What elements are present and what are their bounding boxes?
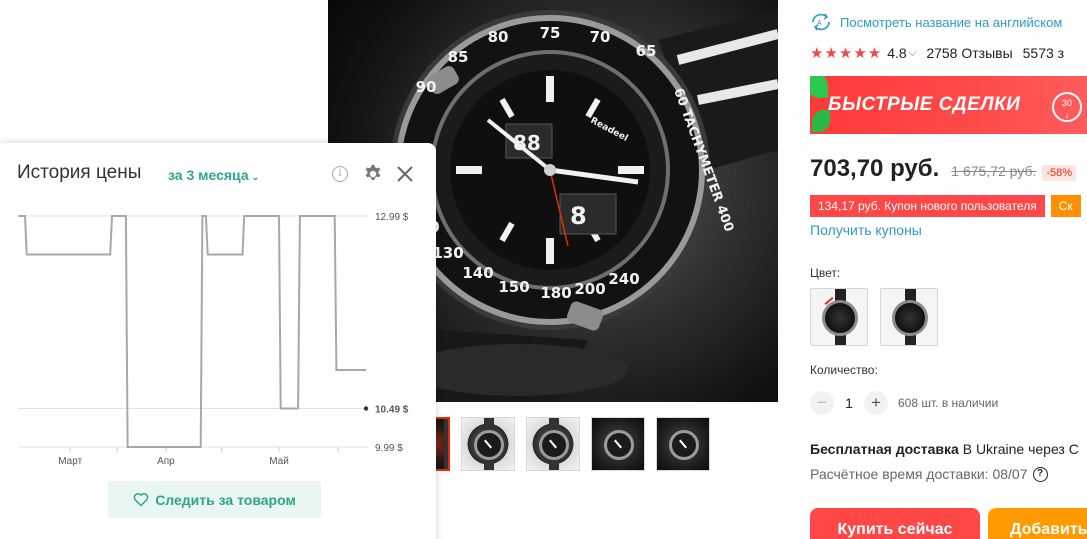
deals-banner-title: БЫСТРЫЕ СДЕЛКИ [828, 94, 1021, 115]
svg-text:75: 75 [540, 24, 561, 42]
add-to-cart-button[interactable]: Добавить [988, 508, 1087, 539]
store-coupon[interactable]: Ск [1050, 195, 1081, 217]
quantity-label: Количество: [810, 363, 878, 377]
translate-title-link[interactable]: A Посмотреть название на английском [810, 13, 1062, 31]
new-user-coupon[interactable]: 134,17 руб. Купон нового пользователя [810, 195, 1045, 217]
svg-text:200: 200 [574, 280, 605, 298]
translate-link-label: Посмотреть название на английском [840, 14, 1063, 30]
deals-timer-icon: 30 ↓ [1052, 92, 1082, 122]
translate-icon: A [812, 13, 830, 31]
free-shipping-label: Бесплатная доставка [810, 441, 959, 457]
delivery-eta: Расчётное время доставки: 08/07 ? [810, 466, 1048, 482]
leaf-decoration-icon [810, 76, 828, 98]
quantity-stepper: − 1 + 608 шт. в наличии [810, 391, 998, 415]
stock-count: 608 шт. в наличии [898, 396, 999, 410]
color-swatch-1[interactable] [810, 288, 868, 346]
thumbnail-4[interactable] [591, 417, 645, 471]
thumbnail-3[interactable] [526, 417, 580, 471]
x-tick-label: Апр [157, 456, 175, 467]
y-tick-label: 12.99 $ [375, 212, 409, 223]
shipping-info: Бесплатная доставка В Ukraine через С [810, 441, 1079, 457]
shipping-destination[interactable]: В Ukraine через С [959, 441, 1079, 457]
x-tick-label: Май [269, 456, 289, 467]
follow-product-button[interactable]: Следить за товаром [108, 481, 321, 518]
deals-timer-value: 30 [1061, 98, 1072, 108]
price-history-popup: История цены за 3 месяца ⌄ i 12.99 $ 10.49… [0, 143, 436, 539]
close-icon[interactable] [394, 163, 416, 185]
svg-text:140: 140 [462, 264, 493, 282]
old-price: 1 675,72 руб. [951, 163, 1037, 179]
increase-quantity-button[interactable]: + [864, 391, 888, 415]
svg-text:70: 70 [590, 28, 611, 46]
reviews-count[interactable]: 2758 Отзывы [926, 45, 1012, 61]
svg-text:A: A [817, 20, 822, 27]
buy-now-button[interactable]: Купить сейчас [810, 508, 980, 539]
heart-icon [133, 493, 149, 507]
color-swatch-2[interactable] [880, 288, 938, 346]
rating-stars-icon: ★★★★★ [810, 45, 883, 62]
svg-text:85: 85 [448, 48, 469, 66]
rating-value[interactable]: 4.8 [887, 45, 906, 61]
help-icon[interactable]: ? [1032, 466, 1048, 482]
svg-text:180: 180 [540, 284, 571, 302]
svg-text:80: 80 [488, 28, 509, 46]
price-history-line [18, 215, 366, 448]
svg-text:65: 65 [636, 42, 657, 60]
fast-deals-banner[interactable]: БЫСТРЫЕ СДЕЛКИ 30 ↓ [810, 76, 1087, 134]
get-coupons-link[interactable]: Получить купоны [810, 222, 922, 238]
delivery-eta-text: Расчётное время доставки: 08/07 [810, 466, 1028, 482]
svg-text:130: 130 [432, 244, 463, 262]
period-dropdown[interactable]: за 3 месяца ⌄ [168, 167, 259, 183]
y-tick-label: 9.99 $ [375, 443, 403, 454]
quantity-value[interactable]: 1 [834, 395, 864, 411]
svg-text:240: 240 [608, 270, 639, 288]
current-price: 703,70 руб. [810, 155, 940, 182]
svg-text:8: 8 [570, 202, 587, 230]
chevron-down-icon: ⌄ [251, 172, 260, 182]
price-history-chart: 12.99 $ 10.49 $ 9.99 $ Март Апр Май [18, 212, 409, 467]
chevron-down-icon[interactable]: ⌵ [909, 48, 917, 59]
decrease-quantity-button[interactable]: − [810, 391, 834, 415]
info-icon[interactable]: i [332, 166, 348, 182]
price-row: 703,70 руб. 1 675,72 руб. -58% [810, 155, 1077, 183]
thumbnail-2[interactable] [461, 417, 515, 471]
current-price-marker [363, 406, 369, 411]
y-tick-label: 10.49 $ [375, 405, 409, 416]
gear-icon[interactable] [362, 163, 384, 185]
popup-title: История цены [17, 162, 142, 183]
period-label: за 3 месяца [168, 167, 249, 183]
discount-badge: -58% [1042, 165, 1077, 181]
coupon-row: 134,17 руб. Купон нового пользователя Ск [810, 195, 1087, 217]
orders-count: 5573 з [1022, 45, 1065, 61]
follow-button-label: Следить за товаром [155, 491, 296, 508]
rating-row: ★★★★★ 4.8 ⌵ 2758 Отзывы 5573 з [810, 44, 1064, 62]
svg-text:90: 90 [416, 78, 437, 96]
x-tick-label: Март [58, 456, 82, 467]
thumbnail-5[interactable] [656, 417, 710, 471]
svg-text:150: 150 [498, 278, 529, 296]
color-label: Цвет: [810, 266, 841, 280]
